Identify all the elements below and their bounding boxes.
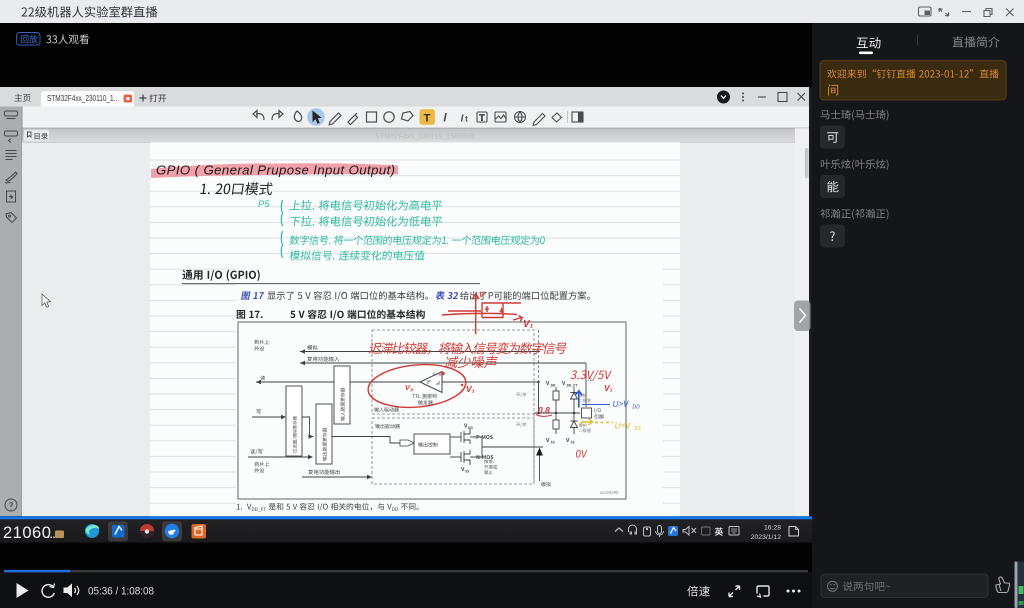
- svg-text:STM32F4xx_230110_1...: STM32F4xx_230110_1...: [47, 94, 119, 103]
- svg-text:ai15939b: ai15939b: [600, 490, 619, 495]
- svg-text:V₁: V₁: [604, 383, 613, 393]
- svg-text:V₁: V₁: [523, 319, 534, 330]
- svg-text:>: >: [410, 388, 414, 394]
- svg-text:16:28: 16:28: [764, 525, 781, 532]
- svg-text:STM32F4xx_230110_15665x9...: STM32F4xx_230110_15665x9...: [375, 132, 480, 141]
- svg-text:I: I: [461, 114, 464, 125]
- svg-text:T: T: [424, 113, 431, 125]
- svg-text:21060: 21060: [3, 524, 51, 542]
- svg-text:05:36 / 1:08:08: 05:36 / 1:08:08: [88, 586, 154, 598]
- svg-text:...: ...: [47, 530, 56, 541]
- svg-text:GPIO ( General Prupose Input O: GPIO ( General Prupose Input Output): [156, 163, 395, 178]
- svg-text:2023/1/12: 2023/1/12: [751, 534, 781, 541]
- svg-text:T: T: [480, 114, 485, 123]
- svg-text:V₁: V₁: [466, 384, 475, 394]
- svg-text:0.8: 0.8: [538, 405, 550, 415]
- svg-text:P5: P5: [258, 199, 270, 210]
- svg-text:t: t: [465, 115, 468, 124]
